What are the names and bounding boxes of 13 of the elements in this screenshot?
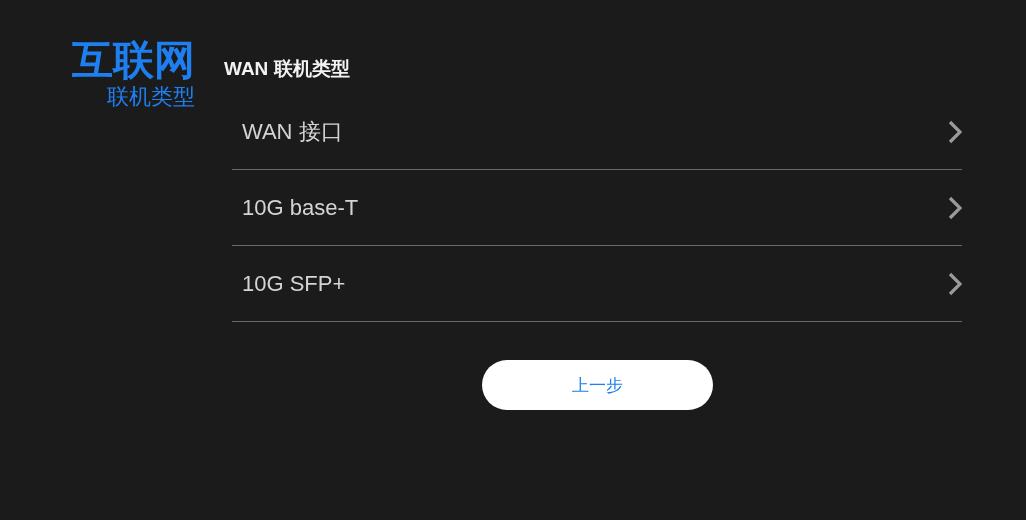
page-subtitle: 联机类型 bbox=[107, 84, 195, 110]
option-row[interactable]: WAN 接口 bbox=[232, 94, 962, 170]
option-label: 10G SFP+ bbox=[242, 270, 346, 297]
page-title: 互联网 bbox=[72, 36, 195, 84]
option-row[interactable]: 10G base-T bbox=[232, 170, 962, 246]
chevron-right-icon bbox=[948, 271, 962, 296]
chevron-right-icon bbox=[948, 119, 962, 144]
section-title: WAN 联机类型 bbox=[224, 57, 350, 81]
option-label: WAN 接口 bbox=[242, 117, 343, 146]
option-label: 10G base-T bbox=[242, 194, 359, 221]
back-button[interactable]: 上一步 bbox=[481, 360, 713, 410]
option-row[interactable]: 10G SFP+ bbox=[232, 246, 962, 322]
chevron-right-icon bbox=[948, 195, 962, 220]
